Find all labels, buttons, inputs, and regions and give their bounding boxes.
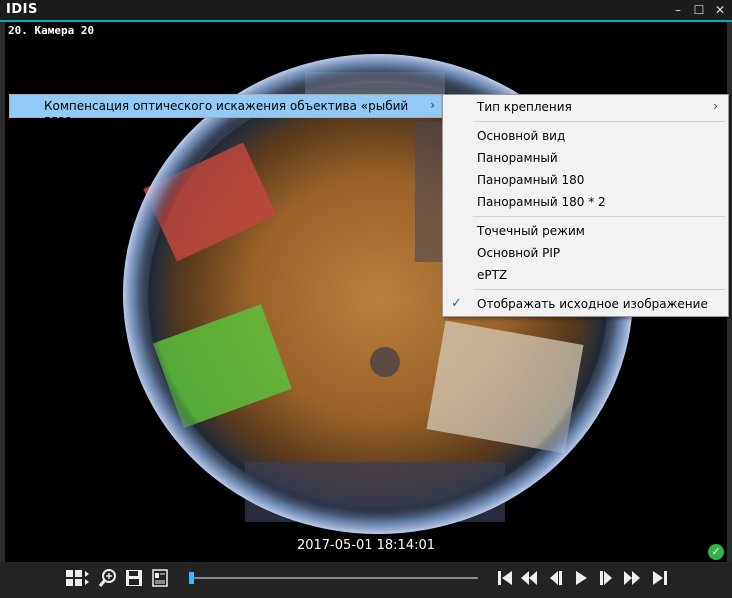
submenu-item-label: ePTZ [477,268,508,282]
submenu-item-label: Панорамный [477,151,558,165]
skip-start-icon[interactable] [495,568,515,588]
submenu-item-label: Тип крепления [477,100,572,114]
camera-label: 20. Камера 20 [8,24,95,37]
menu-item-fisheye-dewarp[interactable]: Компенсация оптического искажения объект… [10,95,441,127]
status-ok-icon: ✓ [708,544,724,560]
submenu-item-panoramic[interactable]: Панорамный [443,147,728,169]
submenu-item-label: Основной вид [477,129,566,143]
layout-grid-icon[interactable] [64,568,84,588]
title-bar: IDIS – ☐ ✕ [0,0,732,22]
submenu-item-mount-type[interactable]: Тип крепления › [443,96,728,118]
report-icon[interactable] [150,568,170,588]
chevron-right-icon: › [713,99,718,113]
playback-toolbar [0,562,732,598]
submenu-item-label: Основной PIP [477,246,561,260]
submenu-item-label: Отображать исходное изображение [477,297,708,311]
submenu-item-panoramic-180[interactable]: Панорамный 180 [443,169,728,191]
submenu-item-show-original[interactable]: ✓ Отображать исходное изображение [443,293,728,315]
fast-forward-icon[interactable] [622,568,642,588]
separator [473,216,725,217]
submenu-item-point-mode[interactable]: Точечный режим [443,220,728,242]
skip-end-icon[interactable] [650,568,670,588]
fast-rewind-icon[interactable] [519,568,539,588]
submenu-item-label: Панорамный 180 [477,173,585,187]
context-menu: Компенсация оптического искажения объект… [9,94,442,127]
seek-bar[interactable] [190,577,478,579]
checkmark-icon: ✓ [451,296,462,311]
submenu-item-main-pip[interactable]: Основной PIP [443,242,728,264]
submenu-item-eptz[interactable]: ePTZ [443,264,728,286]
close-button[interactable]: ✕ [710,2,730,18]
app-title: IDIS [6,2,38,17]
play-icon[interactable] [571,568,591,588]
step-back-icon[interactable] [545,568,565,588]
zoom-icon[interactable] [98,568,118,588]
submenu-item-main-view[interactable]: Основной вид [443,125,728,147]
submenu-item-panoramic-180x2[interactable]: Панорамный 180 * 2 [443,191,728,213]
maximize-button[interactable]: ☐ [689,2,709,18]
video-timestamp: 2017-05-01 18:14:01 [296,538,436,553]
minimize-button[interactable]: – [668,2,688,18]
submenu-item-label: Панорамный 180 * 2 [477,195,606,209]
fisheye-submenu: Тип крепления › Основной вид Панорамный … [442,94,729,317]
step-forward-icon[interactable] [597,568,617,588]
separator [473,121,725,122]
submenu-item-label: Точечный режим [477,224,585,238]
save-icon[interactable] [124,568,144,588]
layout-arrows-icon[interactable] [84,568,92,588]
seek-handle[interactable] [189,572,194,584]
menu-item-label: Компенсация оптического искажения объект… [44,99,409,127]
separator [473,289,725,290]
chevron-right-icon: › [430,98,435,112]
